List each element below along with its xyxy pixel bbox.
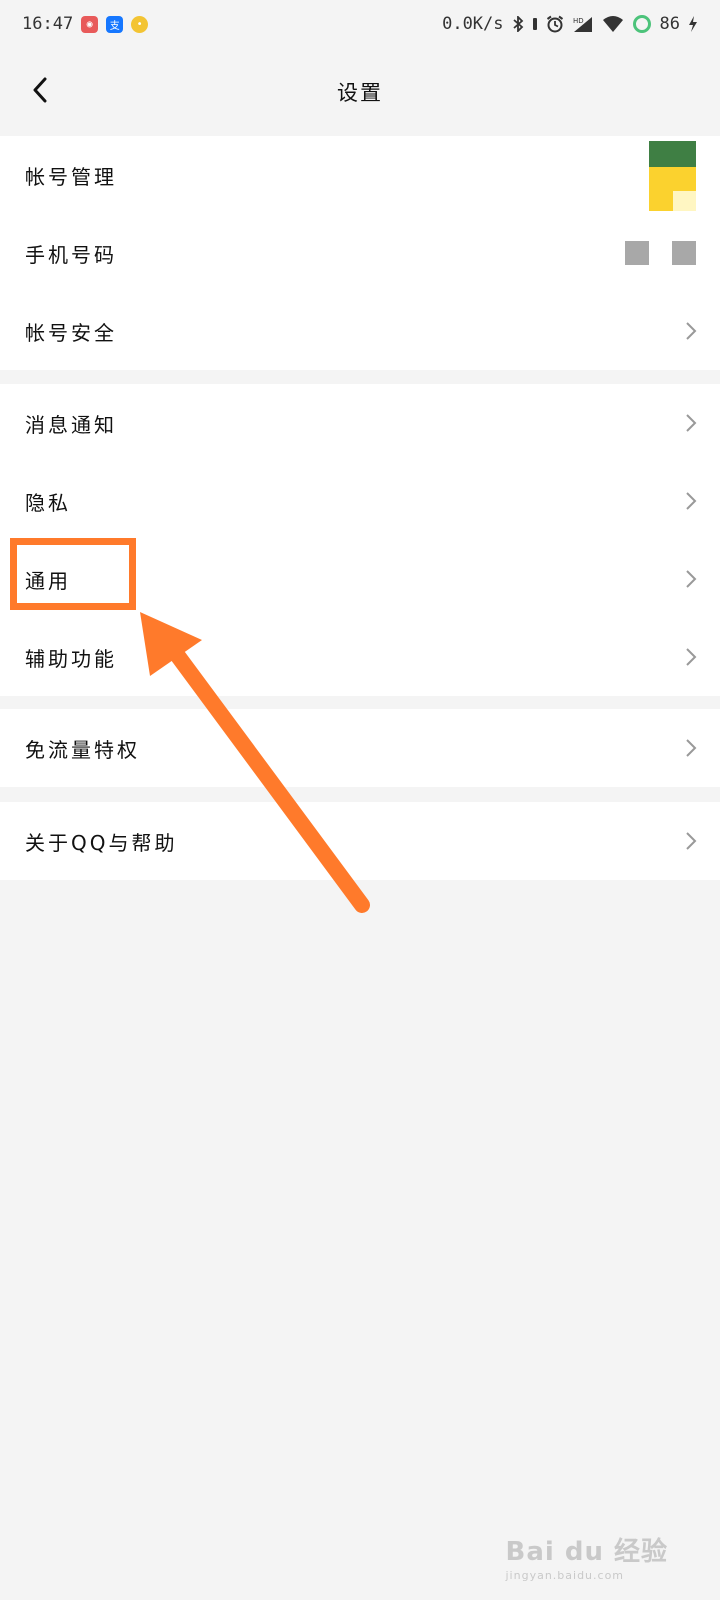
free-data-privilege-item[interactable]: 免流量特权	[0, 709, 720, 787]
wifi-icon	[602, 15, 624, 33]
watermark-logo: Bai du 经验	[505, 1537, 668, 1567]
status-bar-right: 0.0K/s HD 86	[442, 14, 698, 34]
general-item[interactable]: 通用	[0, 540, 720, 618]
item-label: 通用	[25, 568, 71, 593]
masked-phone-value	[625, 241, 696, 265]
item-label: 免流量特权	[25, 737, 140, 762]
nav-header: 设置	[0, 48, 720, 136]
alarm-icon	[546, 15, 564, 33]
net-speed: 0.0K/s	[442, 14, 504, 34]
back-button[interactable]	[18, 70, 62, 114]
chevron-right-icon	[684, 568, 698, 590]
page-title: 设置	[337, 81, 383, 105]
chevron-right-icon	[684, 412, 698, 434]
item-label: 帐号管理	[25, 164, 117, 189]
chevron-left-icon	[32, 77, 48, 107]
mask-block	[625, 241, 649, 265]
item-label: 辅助功能	[25, 646, 117, 671]
about-help-item[interactable]: 关于QQ与帮助	[0, 802, 720, 880]
vibrate-icon	[532, 16, 538, 32]
phone-number-item[interactable]: 手机号码	[0, 214, 720, 292]
item-label: 消息通知	[25, 412, 117, 437]
chevron-right-icon	[684, 490, 698, 512]
accessibility-item[interactable]: 辅助功能	[0, 618, 720, 696]
item-label: 手机号码	[25, 242, 117, 267]
data-free-group: 免流量特权	[0, 709, 720, 787]
alipay-glyph: 支	[109, 20, 120, 32]
status-bar-left: 16:47 ◉ 支 •	[22, 14, 149, 34]
account-security-item[interactable]: 帐号安全	[0, 292, 720, 370]
status-time: 16:47	[22, 14, 74, 34]
account-management-item[interactable]: 帐号管理	[0, 136, 720, 214]
watermark: Bai du 经验 jingyan.baidu.com	[506, 1531, 669, 1582]
red-app-badge-icon: ◉	[81, 15, 99, 33]
svg-text:HD: HD	[573, 17, 584, 25]
battery-level: 86	[659, 14, 680, 34]
bluetooth-icon	[512, 16, 524, 32]
chevron-right-icon	[684, 646, 698, 668]
chevron-right-icon	[684, 737, 698, 759]
alipay-icon: 支	[106, 15, 124, 33]
privacy-item[interactable]: 隐私	[0, 462, 720, 540]
item-label: 隐私	[25, 490, 71, 515]
account-group: 帐号管理 手机号码 帐号安全	[0, 136, 720, 370]
charging-icon	[688, 16, 698, 32]
chevron-right-icon	[684, 830, 698, 852]
status-bar: 16:47 ◉ 支 • 0.0K/s HD 86	[0, 0, 720, 48]
watermark-url: jingyan.baidu.com	[505, 1569, 625, 1582]
ring-status-icon	[632, 14, 652, 34]
general-settings-group: 消息通知 隐私 通用 辅助功能	[0, 384, 720, 696]
qq-pet-icon: •	[131, 15, 149, 33]
item-label: 关于QQ与帮助	[25, 830, 178, 855]
message-notification-item[interactable]: 消息通知	[0, 384, 720, 462]
mask-block	[672, 241, 696, 265]
item-label: 帐号安全	[25, 320, 117, 345]
hd-signal-icon: HD	[572, 15, 594, 33]
about-group: 关于QQ与帮助	[0, 802, 720, 880]
chevron-right-icon	[684, 320, 698, 342]
avatar	[649, 141, 696, 211]
